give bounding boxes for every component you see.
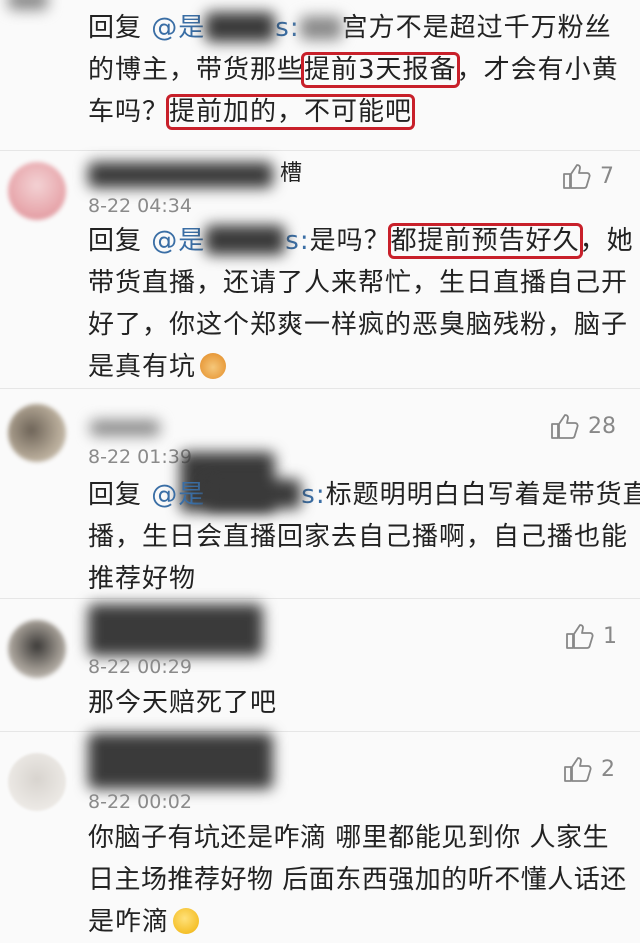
username-redacted[interactable] xyxy=(90,420,160,436)
comment-date: 8-22 01:39 xyxy=(88,446,192,468)
comment-2-line-3: 推荐好物 xyxy=(88,564,197,594)
comment-1-line-3: 好了，你这个郑爽一样疯的恶臭脑残粉，脑子 xyxy=(88,310,629,340)
like-button[interactable]: 7 xyxy=(562,162,614,190)
comment-4: 8-22 00:02 2 你脑子有坑还是咋滴 哪里都能见到你 人家生 日主场推荐… xyxy=(0,733,640,937)
highlight-box: 提前3天报备 xyxy=(301,52,460,88)
comment-1-line-4: 是真有坑 xyxy=(88,346,227,388)
comment-1-line-1: 回复 @是 s:是吗？都提前预告好久，她 xyxy=(88,223,634,259)
comment-4-line-2: 日主场推荐好物 后面东西强加的听不懂人话还 xyxy=(88,865,627,895)
comment-3-line-1: 那今天赔死了吧 xyxy=(88,688,278,718)
comment-date: 8-22 00:29 xyxy=(88,656,192,678)
mention-redacted xyxy=(205,12,276,42)
thumbs-up-icon xyxy=(563,164,591,189)
divider xyxy=(0,388,640,389)
comment-0-line-2: 车吗？提前加的，不可能吧 xyxy=(88,94,416,130)
avatar[interactable] xyxy=(8,404,66,462)
like-count: 2 xyxy=(601,756,615,782)
comment-date: 8-22 04:34 xyxy=(88,195,192,217)
sweat-smile-emoji-icon xyxy=(173,908,200,934)
like-button[interactable]: 1 xyxy=(565,622,617,650)
like-count: 7 xyxy=(600,163,614,189)
username[interactable]: 槽 xyxy=(88,158,308,192)
mention-link[interactable]: @是 s: xyxy=(151,225,309,256)
like-button[interactable]: 2 xyxy=(563,755,615,783)
comment-2: 8-22 01:39 28 回复 @是 s:标题明明白白写着是带货直 播，生日会直… xyxy=(0,390,640,598)
like-count: 28 xyxy=(588,413,616,439)
comment-2-line-2: 播，生日会直播回家去自己播啊，自己播也能 xyxy=(88,522,629,552)
avatar[interactable] xyxy=(8,162,66,220)
divider xyxy=(0,731,640,732)
praying-hands-emoji-icon xyxy=(200,353,227,379)
comment-3: 8-22 00:29 1 那今天赔死了吧 xyxy=(0,600,640,730)
comment-2-line-1: 回复 @是 s:标题明明白白写着是带货直 xyxy=(88,479,640,510)
comment-date: 8-22 00:02 xyxy=(88,791,192,813)
comment-4-line-3: 是咋滴 xyxy=(88,901,200,943)
comment-1-line-2: 带货直播，还请了人来帮忙，生日直播自己开 xyxy=(88,268,629,298)
comment-4-line-1: 你脑子有坑还是咋滴 哪里都能见到你 人家生 xyxy=(88,823,610,853)
comment-1: 槽 8-22 04:34 7 回复 @是 s:是吗？都提前预告好久，她 带货直播，… xyxy=(0,150,640,390)
like-button[interactable]: 28 xyxy=(550,412,616,440)
highlight-box: 都提前预告好久 xyxy=(387,223,583,259)
thumbs-up-icon xyxy=(564,757,592,782)
avatar[interactable] xyxy=(8,753,66,811)
comment-0: 回复 @是 s: 宫方不是超过千万粉丝 的博主，带货那些提前3天报备，才会有小黄 车… xyxy=(0,0,640,150)
reply-label: 回复 xyxy=(88,13,143,43)
comment-0-avatar-hidden xyxy=(8,0,48,10)
thumbs-up-icon xyxy=(551,414,579,439)
comment-text: 宫方不是超过千万粉丝 xyxy=(341,13,612,43)
mention-link[interactable]: @是 s: xyxy=(151,479,325,510)
comment-0-line-1: 的博主，带货那些提前3天报备，才会有小黄 xyxy=(88,52,619,88)
highlight-box: 提前加的，不可能吧 xyxy=(166,94,416,130)
avatar[interactable] xyxy=(8,620,66,678)
divider xyxy=(0,598,640,599)
thumbs-up-icon xyxy=(566,624,594,649)
redaction xyxy=(299,16,342,40)
like-count: 1 xyxy=(603,623,617,649)
username-redacted[interactable] xyxy=(88,733,273,789)
mention-link[interactable]: @是 s: xyxy=(151,12,299,43)
comment-0-line-0: 回复 @是 s: 宫方不是超过千万粉丝 xyxy=(88,7,612,49)
username-redacted xyxy=(88,162,273,188)
username-redacted[interactable] xyxy=(88,604,263,656)
